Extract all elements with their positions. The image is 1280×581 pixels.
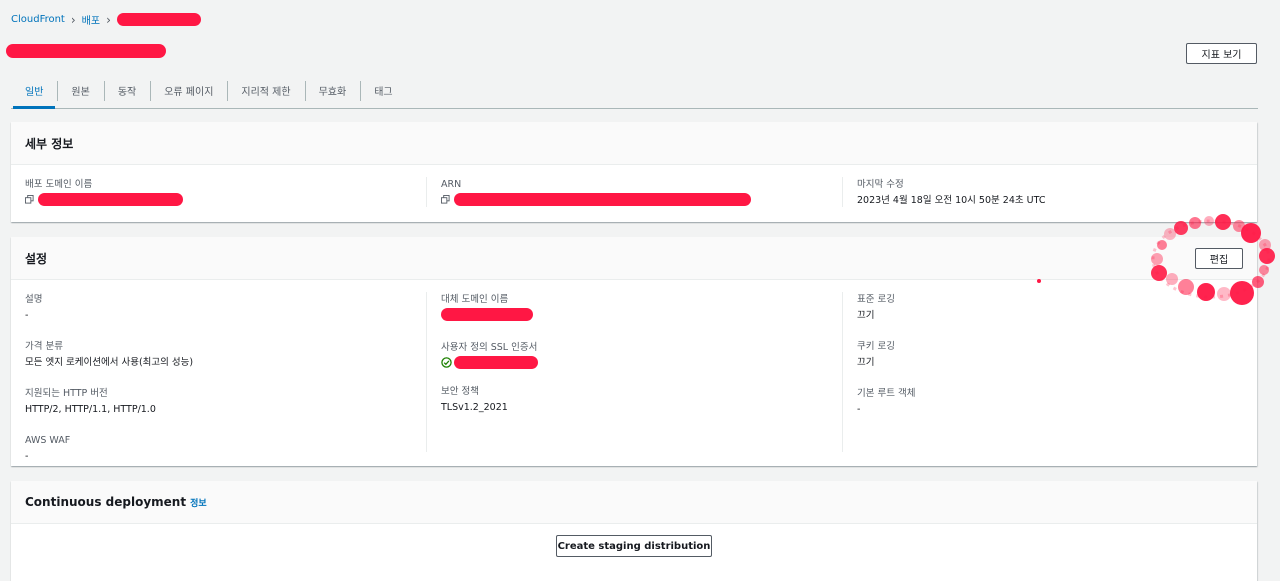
standard-logging-value: 끄기 [857,310,875,321]
column-divider [426,292,427,452]
last-modified-label: 마지막 수정 [857,179,904,190]
default-root-object-label: 기본 루트 객체 [857,388,916,399]
redacted-alt-domain-value [441,308,533,321]
settings-column-2: 대체 도메인 이름 사용자 정의 SSL 인증서 보안 정책 TLSv1.2_20… [441,294,836,433]
annotation-dot [1037,279,1041,283]
breadcrumb-distributions-link[interactable]: 배포 [82,12,100,27]
continuous-deployment-header: Continuous deployment 정보 [11,481,1257,524]
tab-bar: 일반 원본 동작 오류 페이지 지리적 제한 무효화 태그 [11,78,1258,109]
security-policy-label: 보안 정책 [441,386,479,397]
column-divider [842,177,843,207]
chevron-right-icon: › [106,12,111,27]
edit-button[interactable]: 편집 [1195,248,1243,269]
details-title: 세부 정보 [11,122,1257,165]
copy-icon[interactable] [25,195,34,204]
aws-waf-label: AWS WAF [25,435,71,446]
settings-header: 설정 편집 [11,237,1257,280]
column-divider [426,177,427,207]
redacted-ssl-cert-value [454,356,538,369]
tab-error-pages[interactable]: 오류 페이지 [150,79,227,101]
settings-column-1: 설명 - 가격 분류모든 엣지 로케이션에서 사용(최고의 성능) 지원되는 HT… [25,294,420,482]
standard-logging-label: 표준 로깅 [857,294,895,305]
details-panel: 세부 정보 배포 도메인 이름 ARN 마지막 수정 2023년 4월 18일 … [11,122,1257,222]
redacted-page-title [6,44,166,58]
domain-field: 배포 도메인 이름 [25,179,420,206]
tab-invalidations[interactable]: 무효화 [304,79,361,101]
copy-icon[interactable] [441,195,450,204]
settings-column-3: 표준 로깅 끄기 쿠키 로깅 끄기 기본 루트 객체 - [857,294,1247,435]
domain-label: 배포 도메인 이름 [25,179,93,190]
column-divider [842,292,843,452]
continuous-deployment-panel: Continuous deployment 정보 Create staging … [11,481,1257,581]
arn-field: ARN [441,179,836,206]
continuous-deployment-title: Continuous deployment [25,495,187,509]
description-label: 설명 [25,294,43,305]
check-circle-icon [441,357,452,368]
tab-tags[interactable]: 태그 [360,79,406,101]
cookie-logging-label: 쿠키 로깅 [857,341,895,352]
info-link[interactable]: 정보 [190,496,207,509]
settings-title: 설정 [25,251,48,266]
aws-waf-value: - [25,451,29,462]
price-class-label: 가격 분류 [25,341,63,352]
tab-behaviors[interactable]: 동작 [103,79,150,101]
last-modified-field: 마지막 수정 2023년 4월 18일 오전 10시 50분 24초 UTC [857,179,1247,207]
cookie-logging-value: 끄기 [857,357,875,368]
breadcrumb: CloudFront › 배포 › [11,12,201,27]
create-staging-distribution-button[interactable]: Create staging distribution [556,535,712,557]
default-root-object-value: - [857,404,861,415]
alt-domain-label: 대체 도메인 이름 [441,294,509,305]
redacted-distribution-id [116,13,201,26]
ssl-cert-label: 사용자 정의 SSL 인증서 [441,342,538,353]
tab-geo-restriction[interactable]: 지리적 제한 [227,79,304,101]
redacted-arn-value [454,193,751,206]
http-version-label: 지원되는 HTTP 버전 [25,388,108,399]
http-version-value: HTTP/2, HTTP/1.1, HTTP/1.0 [25,404,156,415]
view-metrics-button[interactable]: 지표 보기 [1186,43,1257,64]
chevron-right-icon: › [70,12,76,27]
description-value: - [25,310,29,321]
redacted-domain-value [38,193,183,206]
last-modified-value: 2023년 4월 18일 오전 10시 50분 24초 UTC [857,195,1046,206]
security-policy-value: TLSv1.2_2021 [441,402,508,413]
tab-origins[interactable]: 원본 [57,79,103,101]
tab-general[interactable]: 일반 [11,79,57,109]
settings-panel: 설정 편집 설명 - 가격 분류모든 엣지 로케이션에서 사용(최고의 성능) 지… [11,237,1257,466]
breadcrumb-cloudfront-link[interactable]: CloudFront [11,14,65,25]
price-class-value: 모든 엣지 로케이션에서 사용(최고의 성능) [25,357,194,368]
arn-label: ARN [441,179,462,190]
